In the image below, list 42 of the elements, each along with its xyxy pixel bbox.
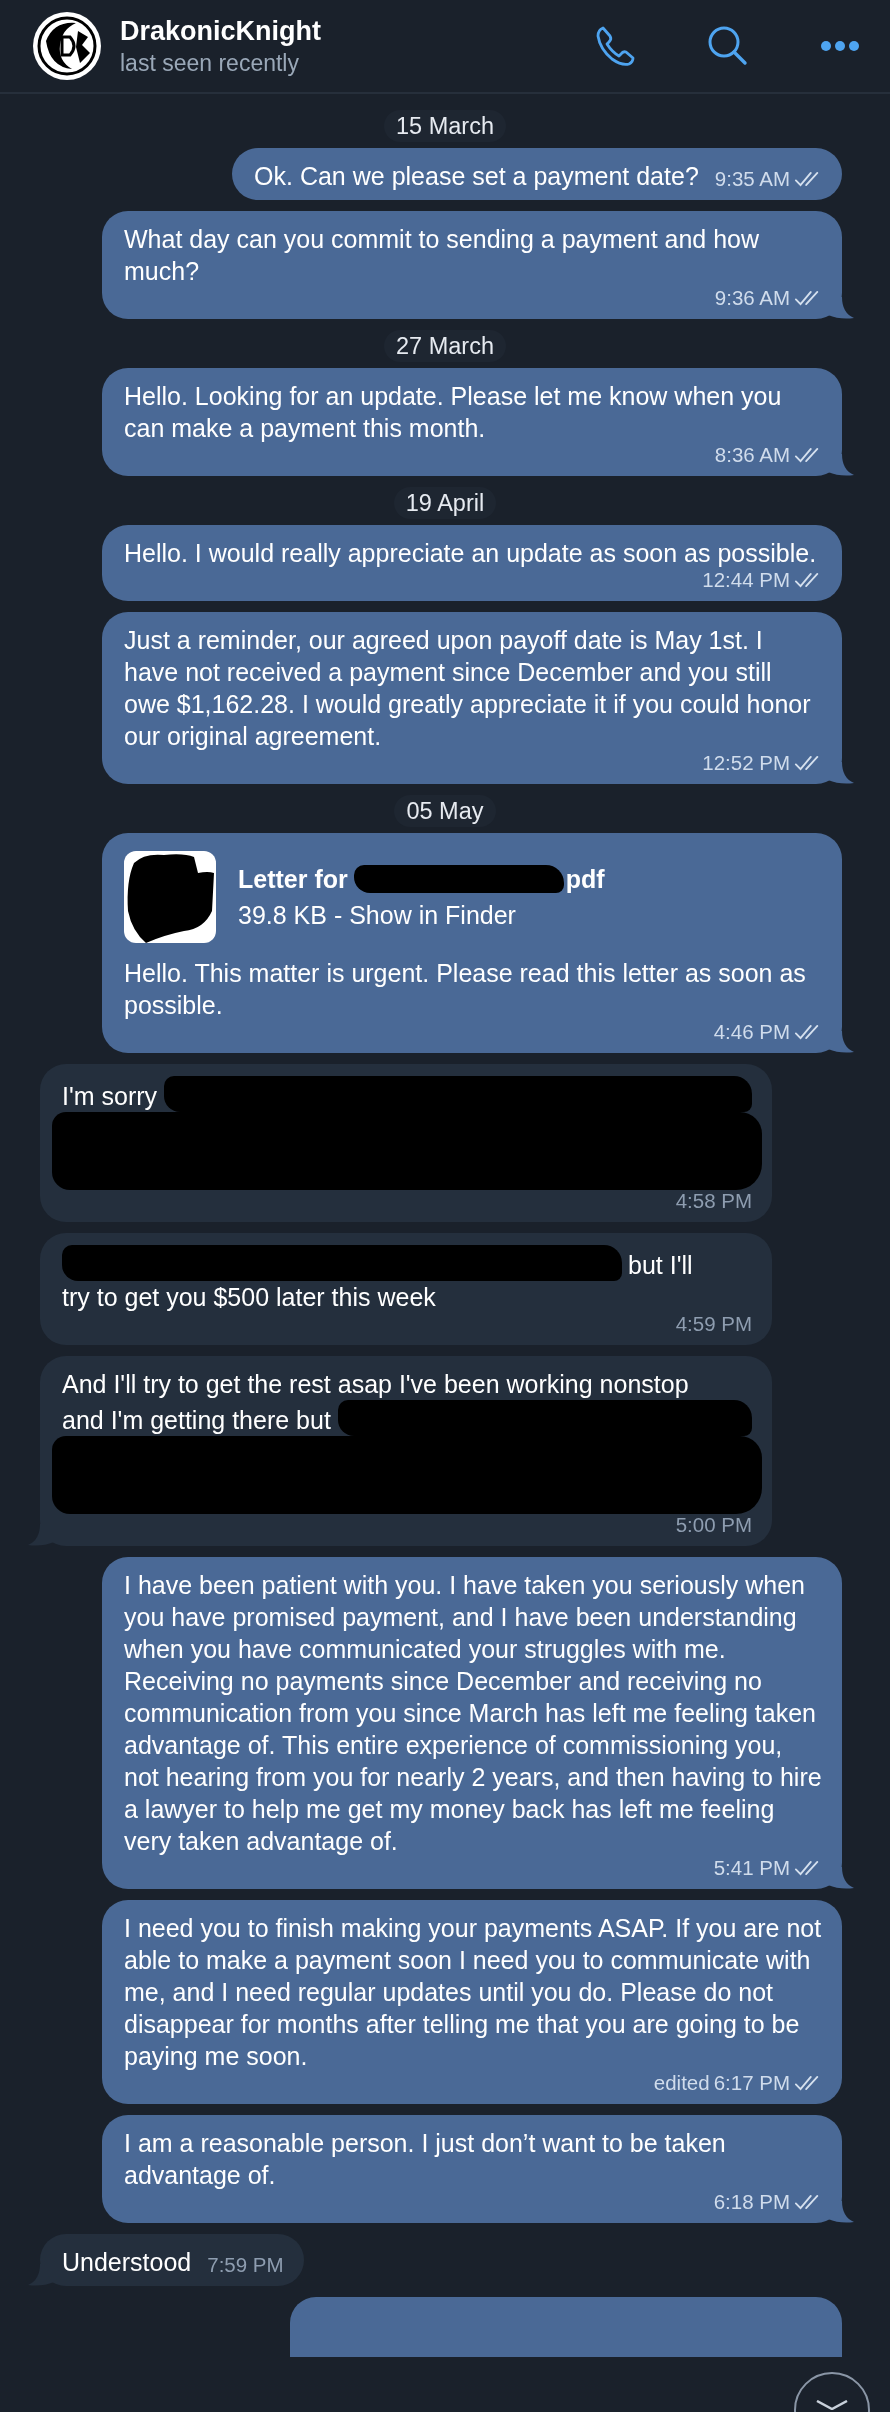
message-time: 4:59 PM xyxy=(675,1311,752,1337)
file-details: 39.8 KB - Show in Finder xyxy=(238,900,516,931)
message-time: 4:46 PM xyxy=(713,1019,790,1045)
message-text: Hello. This matter is urgent. Please read this letter as soon as possible. xyxy=(124,958,807,1021)
message-text: Understood xyxy=(62,2247,192,2278)
message-text: and I'm getting there but xyxy=(62,1405,331,1436)
redacted-thumbnail[interactable] xyxy=(124,851,216,943)
contact-status: last seen recently xyxy=(120,49,299,78)
message-time: 9:36 AM xyxy=(714,285,790,311)
file-name: pdf xyxy=(565,864,605,895)
message-time: 5:41 PM xyxy=(713,1855,790,1881)
message-time: 7:59 PM xyxy=(207,2252,284,2278)
date-label: 19 April xyxy=(393,487,497,519)
message-text: I am a reasonable person. I just don’t want to be taken advantage of. xyxy=(124,2128,727,2191)
message-time: 12:52 PM xyxy=(702,750,790,776)
message-time: 4:58 PM xyxy=(675,1188,752,1214)
message-text: I'm sorry xyxy=(62,1081,158,1112)
message-text: I have been patient with you. I have taken you seriously when you have promised payment, and I have been understanding when you have communicated your struggles with me. Receiving no payments since December and receiving no communication from you since March has left me feeling taken advantage of. This entire experience of commissioning you, not hearing from you for nearly 2 years, and then having to hire a lawyer to help me get my money back has left me feeling very taken advantage of. xyxy=(124,1570,822,1857)
message-time: 5:00 PM xyxy=(675,1512,752,1538)
more-icon[interactable] xyxy=(820,40,860,52)
message-text: What day can you commit to sending a payment and how much? xyxy=(124,224,761,287)
file-name: Letter for xyxy=(238,864,348,895)
date-label: 05 May xyxy=(394,795,496,827)
message-text: I need you to finish making your payments ASAP. If you are not able to make a payment soon I need you to communicate with me, and I need regular updates until you do. Please do not disappear for months after telling me that you are going to be paying me soon. xyxy=(124,1913,822,2072)
message-text: Ok. Can we please set a payment date? xyxy=(254,161,699,192)
message-text: but I'll xyxy=(628,1250,693,1281)
contact-name: DrakonicKnight xyxy=(120,15,321,48)
message-text: And I'll try to get the rest asap I've been working nonstop xyxy=(62,1369,689,1400)
edited-label: edited xyxy=(653,2070,710,2096)
message-time: 8:36 AM xyxy=(714,442,790,468)
message-time: 9:35 AM xyxy=(714,166,790,192)
message-text: try to get you $500 later this week xyxy=(62,1282,436,1313)
message-text: Hello. I would really appreciate an update as soon as possible. xyxy=(124,538,817,569)
chevron-down-icon xyxy=(815,2400,849,2410)
message-text: Hello. Looking for an update. Please let me know when you can make a payment this month. xyxy=(124,381,783,444)
date-label: 27 March xyxy=(384,330,506,362)
message-time: 6:18 PM xyxy=(713,2189,790,2215)
date-label: 15 March xyxy=(384,110,506,142)
message-time: 6:17 PM xyxy=(713,2070,790,2096)
avatar-logo xyxy=(32,11,102,81)
message-text: Just a reminder, our agreed upon payoff date is May 1st. I have not received a payment since December and you still owe $1,162.28. I would greatly appreciate it if you could honor our original agreement. xyxy=(124,625,812,752)
message-time: 12:44 PM xyxy=(702,567,790,593)
